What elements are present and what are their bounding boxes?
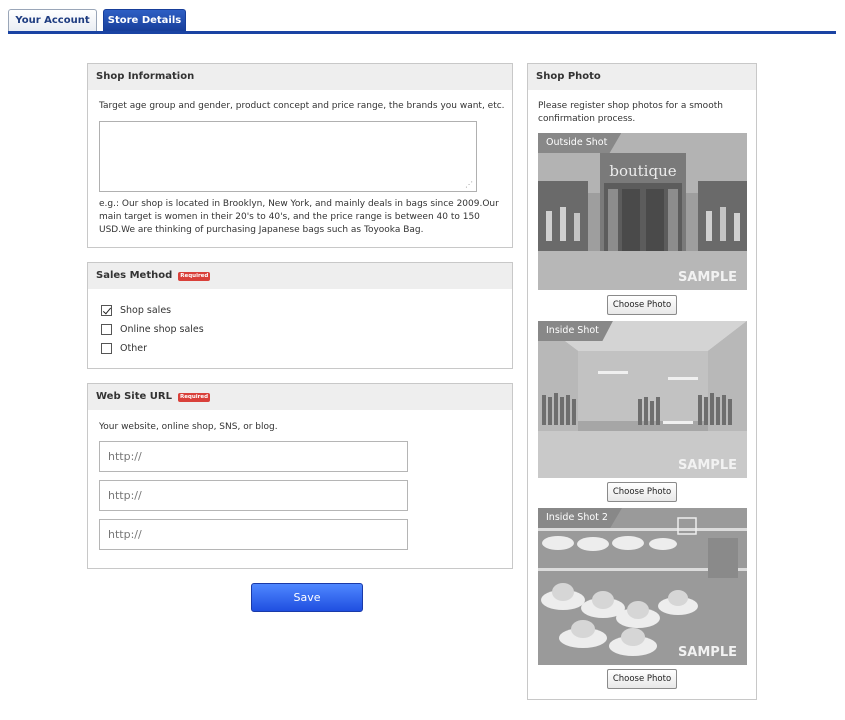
website-url-title: Web Site URL [96,391,172,402]
required-badge: Required [178,271,211,281]
website-url-header: Web Site URL Required [88,384,512,410]
storefront-image: boutique [538,133,747,290]
shop-photo-panel: Shop Photo Please register shop photos f… [527,63,757,700]
shop-information-example: e.g.: Our shop is located in Brooklyn, N… [99,199,499,235]
checkbox-online-shop-sales[interactable]: Online shop sales [101,324,204,335]
choose-photo-button-outside[interactable]: Choose Photo [607,295,677,315]
url-input-1[interactable] [99,441,408,472]
tab-bar: Your Account Store Details [8,9,836,33]
inside-shot-2-photo: Inside Shot 2 SAMPLE [538,508,747,665]
shop-photo-description: Please register shop photos for a smooth… [538,101,723,124]
website-url-panel: Web Site URL Required Your website, onli… [87,383,513,569]
checkbox-unchecked-icon[interactable] [101,324,112,335]
tab-underline [8,31,836,34]
tab-store-details[interactable]: Store Details [103,9,186,31]
save-button[interactable]: Save [251,583,363,612]
photo-label: Outside Shot [538,133,622,153]
shop-photo-title-text: Shop Photo [536,71,601,82]
sample-watermark: SAMPLE [677,645,737,660]
store-interior-image [538,321,747,478]
checkbox-unchecked-icon[interactable] [101,343,112,354]
choose-photo-button-inside[interactable]: Choose Photo [607,482,677,502]
inside-shot-photo: Inside Shot SAMPLE [538,321,747,478]
photo-label: Inside Shot [538,321,613,341]
shop-information-title: Shop Information [88,64,512,90]
checkbox-checked-icon[interactable] [101,305,112,316]
boutique-sign: boutique [609,162,676,180]
sales-method-header: Sales Method Required [88,263,512,289]
url-input-3[interactable] [99,519,408,550]
required-badge: Required [177,392,211,402]
shop-information-description: Target age group and gender, product con… [99,101,505,111]
sales-method-title: Sales Method [96,270,173,281]
choose-photo-button-inside-2[interactable]: Choose Photo [607,669,677,689]
shop-information-title-text: Shop Information [96,71,195,82]
checkbox-other[interactable]: Other [101,343,147,354]
checkbox-label: Other [120,343,147,354]
hats-display-image [538,508,747,665]
sample-watermark: SAMPLE [677,458,737,473]
checkbox-shop-sales[interactable]: Shop sales [101,305,171,316]
shop-information-textarea[interactable] [99,121,477,192]
url-input-2[interactable] [99,480,408,511]
sales-method-panel: Sales Method Required Shop sales Online … [87,262,513,369]
resize-grip-icon[interactable]: ⋰ [465,180,473,189]
checkbox-label: Online shop sales [120,324,204,335]
tab-your-account[interactable]: Your Account [8,9,97,31]
outside-shot-photo: boutique Outside Shot SAMPLE [538,133,747,290]
website-url-description: Your website, online shop, SNS, or blog. [99,422,278,432]
shop-information-panel: Shop Information Target age group and ge… [87,63,513,248]
shop-photo-title: Shop Photo [528,64,756,90]
checkbox-label: Shop sales [120,305,172,316]
sample-watermark: SAMPLE [677,270,737,285]
photo-label: Inside Shot 2 [538,508,622,528]
